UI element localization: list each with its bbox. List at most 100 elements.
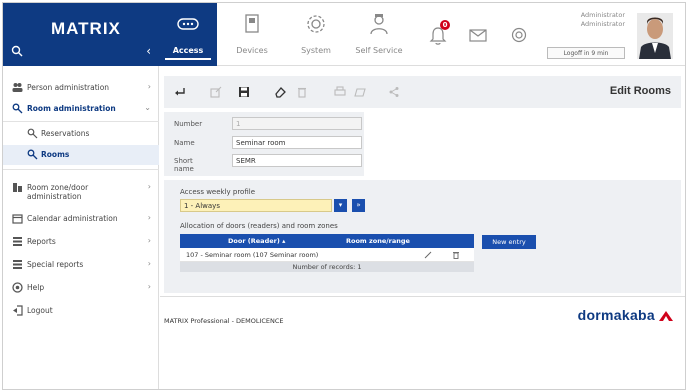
sidebar-item-rooms[interactable]: Rooms bbox=[3, 145, 159, 165]
chevron-right-icon: › bbox=[147, 182, 151, 191]
tab-self-service[interactable]: Self Service bbox=[347, 3, 411, 66]
logout-icon bbox=[13, 305, 23, 316]
divider bbox=[3, 121, 159, 122]
logoff-button[interactable]: Logoff in 9 min bbox=[547, 47, 625, 59]
open-profile-button[interactable]: » bbox=[352, 199, 365, 212]
name-label: Name bbox=[174, 139, 195, 147]
system-gear-icon bbox=[307, 15, 325, 33]
short-name-label: Short name bbox=[174, 157, 194, 173]
allocation-label: Allocation of doors (readers) and room z… bbox=[180, 222, 338, 230]
sidebar-item-label: Reservations bbox=[41, 129, 90, 138]
sidebar-item-reports[interactable]: Reports › bbox=[3, 232, 159, 252]
footer: MATRIX Professional - DEMOLICENCE dormak… bbox=[160, 296, 685, 336]
user-name-line2: Administrator bbox=[580, 20, 625, 28]
notification-badge: 0 bbox=[440, 20, 450, 30]
list-icon bbox=[13, 237, 22, 246]
column-header-door[interactable]: Door (Reader) ▴ bbox=[228, 237, 285, 245]
top-nav: Access Devices System Self Service 0 Adm… bbox=[159, 3, 685, 66]
sidebar-item-room-administration[interactable]: Room administration ⌄ bbox=[3, 99, 159, 119]
calendar-icon bbox=[12, 214, 23, 224]
sidebar-item-label: Reports bbox=[27, 237, 56, 246]
help-icon bbox=[12, 282, 23, 293]
tab-access-label: Access bbox=[172, 46, 204, 55]
table-footer: Number of records: 1 bbox=[180, 262, 474, 272]
print-preview-icon[interactable] bbox=[354, 86, 366, 98]
sidebar-item-room-zone-door-administration[interactable]: Room zone/door administration › bbox=[3, 178, 159, 204]
save-icon[interactable] bbox=[238, 86, 250, 98]
delete-icon[interactable] bbox=[296, 86, 308, 98]
chevron-right-icon: › bbox=[147, 213, 151, 222]
tab-devices-label: Devices bbox=[236, 46, 268, 55]
access-card-icon bbox=[177, 18, 199, 30]
sidebar-item-label: Calendar administration bbox=[27, 214, 118, 223]
column-header-room-zone[interactable]: Room zone/range bbox=[346, 237, 410, 245]
chevron-right-icon: › bbox=[147, 236, 151, 245]
dropdown-toggle-button[interactable]: ▾ bbox=[334, 199, 347, 212]
room-key-icon bbox=[27, 149, 38, 160]
number-field[interactable]: 1 bbox=[232, 117, 362, 130]
lifebuoy-help-icon[interactable] bbox=[511, 27, 527, 43]
dormakaba-logo: dormakaba bbox=[577, 307, 655, 323]
chevron-right-icon: › bbox=[147, 259, 151, 268]
sidebar-item-person-administration[interactable]: Person administration › bbox=[3, 78, 159, 98]
share-icon[interactable] bbox=[388, 86, 400, 98]
sidebar-item-label: Person administration bbox=[27, 83, 110, 92]
tab-system-label: System bbox=[301, 46, 331, 55]
room-key-icon bbox=[12, 103, 23, 114]
door-icon bbox=[13, 183, 22, 192]
edit-icon[interactable] bbox=[424, 251, 432, 259]
name-field[interactable]: Seminar room bbox=[232, 136, 362, 149]
main-content: Edit Rooms Number 1 Name Seminar room Sh… bbox=[160, 66, 685, 389]
room-form: Number 1 Name Seminar room Short name SE… bbox=[164, 112, 364, 176]
self-service-icon bbox=[370, 14, 388, 35]
user-name-line1: Administrator bbox=[580, 11, 625, 19]
brand-header: MATRIX ‹ bbox=[3, 3, 159, 66]
mail-icon[interactable] bbox=[469, 29, 487, 42]
dormakaba-logo-mark-icon bbox=[659, 311, 673, 321]
app-window: MATRIX ‹ Access Devices System Self Serv… bbox=[2, 2, 686, 390]
people-icon bbox=[12, 83, 23, 92]
search-icon[interactable] bbox=[11, 45, 23, 57]
table-header: Door (Reader) ▴ Room zone/range bbox=[180, 234, 474, 248]
new-entry-button[interactable]: New entry bbox=[482, 235, 536, 249]
export-icon[interactable] bbox=[210, 86, 222, 98]
weekly-profile-select[interactable]: 1 - Always bbox=[180, 199, 332, 212]
tab-system[interactable]: System bbox=[287, 3, 345, 66]
page-title: Edit Rooms bbox=[609, 85, 671, 97]
sidebar-item-calendar-administration[interactable]: Calendar administration › bbox=[3, 209, 159, 229]
sidebar-item-label-line2: administration bbox=[27, 192, 82, 201]
sidebar-item-label: Rooms bbox=[41, 150, 70, 159]
sidebar-item-label-line1: Room zone/door bbox=[27, 183, 89, 192]
number-label: Number bbox=[174, 120, 203, 128]
sidebar-collapse-chevron-icon[interactable]: ‹ bbox=[146, 44, 151, 58]
door-cell: 107 - Seminar room (107 Seminar room) bbox=[186, 251, 319, 259]
tab-access[interactable]: Access bbox=[159, 3, 217, 66]
toolbar: Edit Rooms bbox=[164, 76, 681, 108]
tab-self-service-label: Self Service bbox=[355, 46, 403, 55]
app-logo: MATRIX bbox=[51, 19, 121, 38]
sidebar-item-help[interactable]: Help › bbox=[3, 278, 159, 298]
table-row[interactable]: 107 - Seminar room (107 Seminar room) bbox=[180, 248, 474, 262]
sidebar-item-logout[interactable]: Logout bbox=[3, 301, 159, 321]
back-arrow-icon[interactable] bbox=[174, 86, 186, 98]
sidebar-item-reservations[interactable]: Reservations bbox=[3, 124, 159, 144]
divider bbox=[3, 169, 159, 170]
room-key-icon bbox=[27, 128, 38, 139]
sidebar-item-label: Special reports bbox=[27, 260, 84, 269]
print-icon[interactable] bbox=[334, 86, 346, 98]
access-profile-panel: Access weekly profile 1 - Always ▾ » All… bbox=[164, 180, 681, 293]
short-name-field[interactable]: SEMR bbox=[232, 154, 362, 167]
delete-icon[interactable] bbox=[452, 251, 460, 259]
license-text: MATRIX Professional - DEMOLICENCE bbox=[164, 317, 284, 325]
list-icon bbox=[13, 260, 22, 269]
chevron-right-icon: › bbox=[147, 82, 151, 91]
eraser-icon[interactable] bbox=[274, 86, 286, 98]
avatar[interactable] bbox=[637, 13, 673, 59]
weekly-profile-label: Access weekly profile bbox=[180, 188, 256, 196]
chevron-down-icon: ⌄ bbox=[144, 103, 151, 112]
user-info: Administrator Administrator bbox=[581, 11, 625, 29]
tab-devices[interactable]: Devices bbox=[223, 3, 281, 66]
sidebar-item-label: Room zone/door administration bbox=[27, 183, 88, 201]
sidebar-item-special-reports[interactable]: Special reports › bbox=[3, 255, 159, 275]
sidebar-item-label: Logout bbox=[27, 306, 53, 315]
